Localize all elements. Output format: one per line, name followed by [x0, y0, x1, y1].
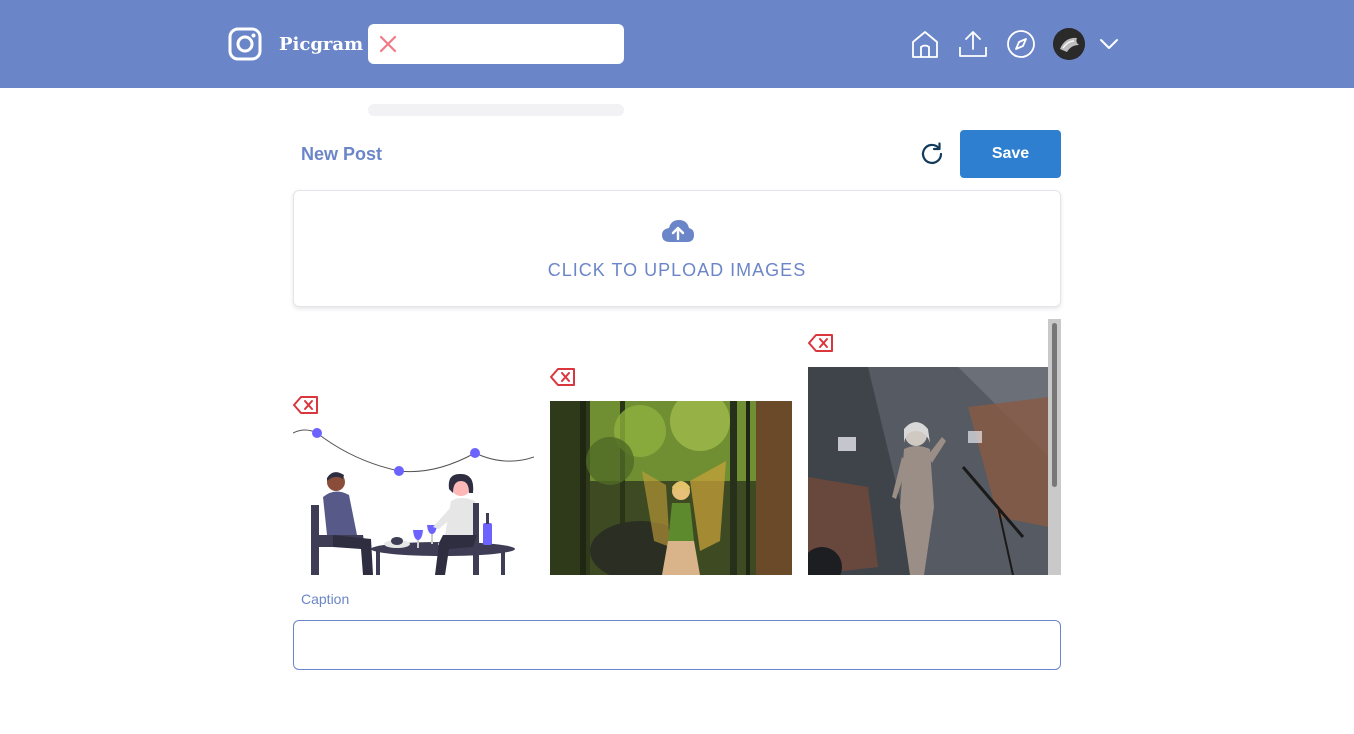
user-avatar[interactable] — [1053, 28, 1085, 60]
remove-image-icon[interactable] — [550, 367, 576, 387]
save-button[interactable]: Save — [960, 130, 1061, 178]
image-thumbnail[interactable] — [550, 401, 792, 575]
search-input[interactable] — [408, 30, 614, 58]
clear-search-icon[interactable] — [378, 34, 398, 54]
image-thumbnail[interactable] — [293, 423, 534, 575]
image-thumbnail[interactable] — [808, 367, 1049, 575]
search-results-placeholder — [368, 104, 624, 116]
scrollbar-thumb[interactable] — [1052, 323, 1057, 487]
top-navbar: Picgram — [0, 0, 1354, 88]
upload-icon[interactable] — [957, 28, 989, 60]
brand-name[interactable]: Picgram — [279, 34, 363, 55]
chevron-down-icon[interactable] — [1098, 34, 1120, 54]
gallery-scrollbar[interactable] — [1048, 319, 1061, 575]
image-gallery — [293, 319, 1061, 575]
page-title: New Post — [301, 144, 383, 164]
home-icon[interactable] — [909, 28, 941, 60]
explore-compass-icon[interactable] — [1005, 28, 1037, 60]
upload-dropzone[interactable]: CLICK TO UPLOAD IMAGES — [293, 190, 1061, 307]
caption-input[interactable] — [293, 620, 1061, 670]
caption-label: Caption — [301, 591, 350, 607]
refresh-icon[interactable] — [919, 141, 945, 167]
remove-image-icon[interactable] — [293, 395, 319, 415]
instagram-logo-icon[interactable] — [228, 27, 262, 61]
remove-image-icon[interactable] — [808, 333, 834, 353]
upload-label: CLICK TO UPLOAD IMAGES — [547, 260, 807, 280]
search-bar — [368, 24, 624, 64]
cloud-upload-icon — [662, 220, 694, 242]
